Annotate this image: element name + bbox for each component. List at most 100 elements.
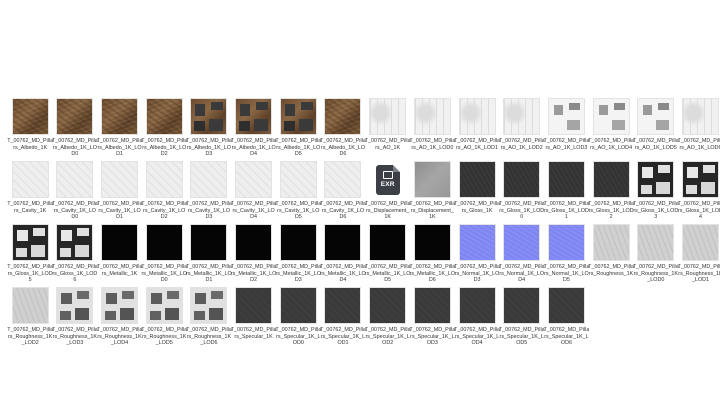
file-item[interactable]: T_00762_MD_Pillars_AO_1K_LOD4 bbox=[588, 98, 634, 161]
texture-thumbnail bbox=[458, 224, 496, 261]
file-item[interactable]: T_00762_MD_Pillars_Specular_1K_LOD1 bbox=[320, 287, 366, 350]
file-item[interactable]: T_00762_MD_Pillars_Roughness_1K bbox=[588, 224, 634, 287]
file-item[interactable]: T_00762_MD_Pillars_AO_1K bbox=[364, 98, 411, 161]
file-item[interactable]: T_00762_MD_Pillars_Roughness_1K_LOD4 bbox=[96, 287, 143, 350]
file-item[interactable]: T_00762_MD_Pillars_Metallic_1K_LOD3 bbox=[275, 224, 321, 287]
file-item[interactable]: T_00762_MD_Pillars_Gloss_1K bbox=[454, 161, 500, 224]
file-name-label: T_00762_MD_Pillars_Albedo_1K_LOD6 bbox=[320, 138, 366, 158]
file-item[interactable]: T_00762_MD_Pillars_Gloss_1K_LOD5 bbox=[7, 224, 53, 287]
file-row: T_00762_MD_Pillars_Gloss_1K_LOD5 T_00762_… bbox=[7, 224, 720, 287]
file-item[interactable]: T_00762_MD_Pillars_Gloss_1K_LOD2 bbox=[588, 161, 635, 224]
texture-thumbnail bbox=[369, 98, 407, 135]
file-item[interactable]: T_00762_MD_Pillars_Roughness_1K_LOD3 bbox=[52, 287, 98, 350]
file-item[interactable]: T_00762_MD_Pillars_Specular_1K_LOD2 bbox=[365, 287, 411, 350]
file-item[interactable]: T_00762_MD_Pillars_Albedo_1K_LOD6 bbox=[320, 98, 366, 161]
texture-thumbnail bbox=[190, 161, 228, 198]
file-item[interactable]: T_00762_MD_Pillars_Cavity_1K_LOD6 bbox=[320, 161, 366, 224]
file-item[interactable]: T_00762_MD_Pillars_Albedo_1K bbox=[7, 98, 54, 161]
file-item[interactable]: T_00762_MD_Pillars_Gloss_1K_LOD3 bbox=[633, 161, 679, 224]
texture-thumbnail bbox=[503, 98, 541, 135]
file-item[interactable]: T_00762_MD_Pillars_AO_1K_LOD2 bbox=[499, 98, 545, 161]
file-item[interactable]: T_00762_MD_Pillars_Roughness_1K_LOD0 bbox=[632, 224, 679, 287]
file-item[interactable]: T_00762_MD_Pillars_Gloss_1K_LOD4 bbox=[678, 161, 720, 224]
file-item[interactable]: T_00762_MD_Pillars_Metallic_1K_LOD0 bbox=[141, 224, 187, 287]
texture-thumbnail bbox=[11, 224, 49, 261]
file-item[interactable]: T_00762_MD_Pillars_Cavity_1K bbox=[7, 161, 53, 224]
file-name-label: T_00762_MD_Pillars_AO_1K bbox=[364, 138, 411, 151]
texture-thumbnail bbox=[681, 224, 719, 261]
file-name-label: T_00762_MD_Pillars_Gloss_1K bbox=[454, 201, 500, 214]
file-item[interactable]: T_00762_MD_Pillars_AO_1K_LOD1 bbox=[454, 98, 500, 161]
file-item[interactable]: T_00762_MD_Pillars_Specular_1K_LOD6 bbox=[543, 287, 589, 350]
file-item[interactable]: T_00762_MD_Pillars_Albedo_1K_LOD3 bbox=[186, 98, 232, 161]
file-item[interactable]: T_00762_MD_Pillars_Specular_1K_LOD0 bbox=[275, 287, 321, 350]
texture-thumbnail bbox=[11, 287, 49, 324]
file-item[interactable]: T_00762_MD_Pillars_Albedo_1K_LOD1 bbox=[97, 98, 142, 161]
file-item[interactable]: T_00762_MD_Pillars_Normal_1K_LOD5 bbox=[543, 224, 589, 287]
file-item[interactable]: T_00762_MD_Pillars_Specular_1K_LOD4 bbox=[454, 287, 500, 350]
file-item[interactable]: T_00762_MD_Pillars_Gloss_1K_LOD0 bbox=[499, 161, 545, 224]
exr-file-icon: EXR bbox=[369, 161, 407, 198]
file-item[interactable]: T_00762_MD_Pillars_Albedo_1K_LOD0 bbox=[52, 98, 98, 161]
file-item[interactable]: T_00762_MD_Pillars_Roughness_1K_LOD6 bbox=[186, 287, 232, 350]
file-item[interactable]: T_00762_MD_Pillars_Cavity_1K_LOD3 bbox=[186, 161, 232, 224]
texture-thumbnail bbox=[592, 224, 630, 261]
file-item[interactable]: T_00762_MD_Pillars_Cavity_1K_LOD2 bbox=[141, 161, 187, 224]
file-item[interactable]: T_00762_MD_Pillars_AO_1K_LOD3 bbox=[543, 98, 589, 161]
texture-thumbnail bbox=[56, 98, 94, 135]
file-row: T_00762_MD_Pillars_Roughness_1K_LOD2 T_00… bbox=[7, 287, 720, 350]
texture-thumbnail bbox=[413, 287, 451, 324]
texture-thumbnail bbox=[413, 161, 451, 198]
file-item[interactable]: T_00762_MD_Pillars_Metallic_1K_LOD1 bbox=[186, 224, 232, 287]
file-name-label: T_00762_MD_Pillars_Gloss_1K_LOD2 bbox=[588, 201, 635, 221]
file-item[interactable]: T_00762_MD_Pillars_Roughness_1K_LOD2 bbox=[7, 287, 54, 350]
file-item[interactable]: T_00762_MD_Pillars_Gloss_1K_LOD6 bbox=[52, 224, 98, 287]
texture-thumbnail bbox=[145, 161, 183, 198]
file-item[interactable]: T_00762_MD_Pillars_Specular_1K_LOD3 bbox=[409, 287, 455, 350]
file-name-label: T_00762_MD_Pillars_Roughness_1K_LOD2 bbox=[7, 327, 54, 347]
file-item[interactable]: T_00762_MD_Pillars_Albedo_1K_LOD2 bbox=[141, 98, 187, 161]
file-item[interactable]: EXR T_00762_MD_Pillars_Displacement_1K bbox=[365, 161, 411, 224]
file-item[interactable]: T_00762_MD_Pillars_Metallic_1K_LOD5 bbox=[365, 224, 411, 287]
file-item[interactable]: T_00762_MD_Pillars_Roughness_1K_LOD5 bbox=[141, 287, 187, 350]
texture-thumbnail bbox=[503, 161, 541, 198]
file-item[interactable]: T_00762_MD_Pillars_Metallic_1K_LOD4 bbox=[320, 224, 366, 287]
file-item[interactable]: T_00762_MD_Pillars_AO_1K_LOD0 bbox=[409, 98, 455, 161]
texture-thumbnail bbox=[190, 98, 228, 135]
texture-thumbnail bbox=[145, 287, 183, 324]
file-item[interactable]: T_00762_MD_Pillars_AO_1K_LOD5 bbox=[633, 98, 679, 161]
texture-thumbnail bbox=[279, 161, 317, 198]
texture-thumbnail bbox=[56, 224, 94, 261]
file-item[interactable]: T_00762_MD_Pillars_Specular_1K_LOD5 bbox=[499, 287, 545, 350]
texture-thumbnail bbox=[324, 224, 362, 261]
file-item[interactable]: T_00762_MD_Pillars_Metallic_1K_LOD6 bbox=[409, 224, 455, 287]
texture-thumbnail bbox=[592, 161, 630, 198]
file-item[interactable]: T_00762_MD_Pillars_Cavity_1K_LOD1 bbox=[97, 161, 142, 224]
file-item[interactable]: T_00762_MD_Pillars_Normal_1K_LOD4 bbox=[499, 224, 545, 287]
texture-thumbnail bbox=[56, 161, 94, 198]
file-item[interactable]: T_00762_MD_Pillars_Cavity_1K_LOD5 bbox=[275, 161, 321, 224]
file-item[interactable]: T_00762_MD_Pillars_Displacement_1K bbox=[409, 161, 456, 224]
file-name-label: T_00762_MD_Pillars_Specular_1K bbox=[230, 327, 277, 340]
file-item[interactable]: T_00762_MD_Pillars_Cavity_1K_LOD0 bbox=[52, 161, 98, 224]
file-name-label: T_00762_MD_Pillars_Metallic_1K_LOD4 bbox=[320, 264, 366, 284]
texture-thumbnail bbox=[681, 98, 719, 135]
file-item[interactable]: T_00762_MD_Pillars_AO_1K_LOD6 bbox=[678, 98, 720, 161]
texture-thumbnail bbox=[235, 224, 273, 261]
file-item[interactable]: T_00762_MD_Pillars_Albedo_1K_LOD5 bbox=[275, 98, 321, 161]
file-name-label: T_00762_MD_Pillars_Specular_1K_LOD1 bbox=[320, 327, 366, 347]
texture-thumbnail bbox=[503, 287, 541, 324]
file-item[interactable]: T_00762_MD_Pillars_Albedo_1K_LOD4 bbox=[231, 98, 277, 161]
file-name-label: T_00762_MD_Pillars_AO_1K_LOD6 bbox=[677, 138, 720, 151]
file-item[interactable]: T_00762_MD_Pillars_Roughness_1K_LOD1 bbox=[678, 224, 720, 287]
file-name-label: T_00762_MD_Pillars_Displacement_1K bbox=[409, 201, 456, 221]
file-item[interactable]: T_00762_MD_Pillars_Gloss_1K_LOD1 bbox=[543, 161, 589, 224]
file-name-label: T_00762_MD_Pillars_Albedo_1K bbox=[7, 138, 54, 151]
file-name-label: T_00762_MD_Pillars_Roughness_1K_LOD4 bbox=[96, 327, 143, 347]
file-name-label: T_00762_MD_Pillars_Roughness_1K_LOD0 bbox=[632, 264, 679, 284]
file-item[interactable]: T_00762_MD_Pillars_Specular_1K bbox=[230, 287, 277, 350]
file-item[interactable]: T_00762_MD_Pillars_Metallic_1K_LOD2 bbox=[231, 224, 277, 287]
file-item[interactable]: T_00762_MD_Pillars_Normal_1K_LOD3 bbox=[454, 224, 500, 287]
file-item[interactable]: T_00762_MD_Pillars_Cavity_1K_LOD4 bbox=[231, 161, 277, 224]
file-item[interactable]: T_00762_MD_Pillars_Metallic_1K bbox=[97, 224, 142, 287]
